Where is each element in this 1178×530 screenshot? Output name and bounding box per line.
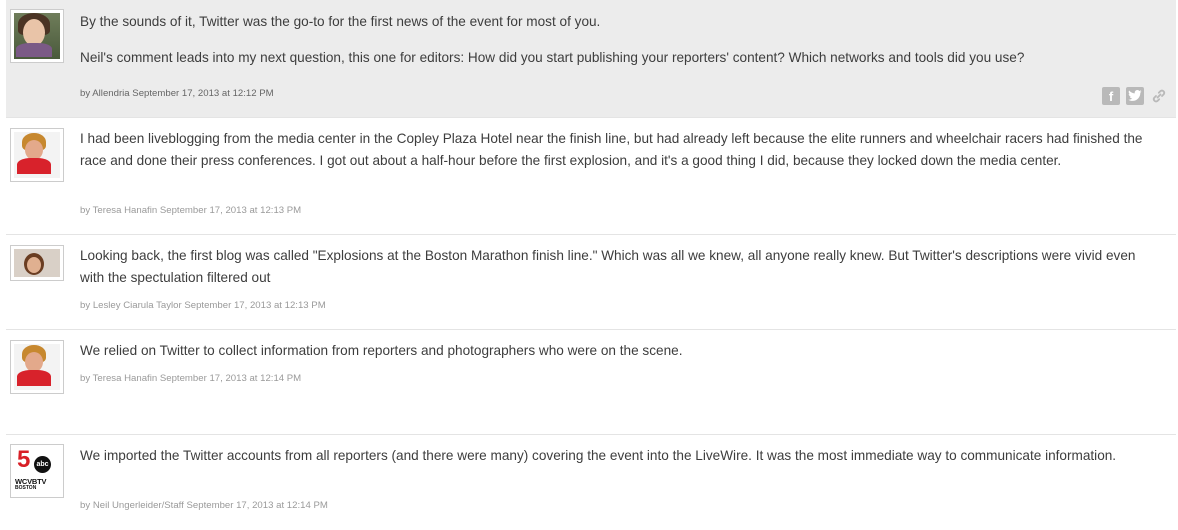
entry-text: By the sounds of it, Twitter was the go-…: [80, 11, 1162, 69]
entry-paragraph: I had been liveblogging from the media c…: [80, 131, 1143, 168]
chat-entry: By the sounds of it, Twitter was the go-…: [6, 0, 1176, 117]
chat-entry: I had been liveblogging from the media c…: [6, 117, 1176, 234]
entry-text: Looking back, the first blog was called …: [80, 245, 1162, 289]
entry-meta: by Allendria September 17, 2013 at 12:12…: [80, 88, 274, 99]
author-link[interactable]: Teresa Hanafin: [93, 373, 158, 384]
entry-meta: by Teresa Hanafin September 17, 2013 at …: [80, 373, 301, 384]
chat-entry: We relied on Twitter to collect informat…: [6, 329, 1176, 434]
author-link[interactable]: Neil Ungerleider/Staff: [93, 500, 184, 511]
entry-paragraph: We imported the Twitter accounts from al…: [80, 448, 1117, 463]
entry-paragraph: We relied on Twitter to collect informat…: [80, 343, 683, 358]
link-icon[interactable]: [1150, 87, 1168, 105]
avatar[interactable]: [10, 245, 64, 281]
chat-entry: Looking back, the first blog was called …: [6, 234, 1176, 329]
divider: [6, 434, 1176, 435]
timestamp: September 17, 2013 at 12:13 PM: [159, 205, 302, 216]
avatar[interactable]: [10, 128, 64, 182]
author-link[interactable]: Teresa Hanafin: [93, 205, 158, 216]
entry-text: I had been liveblogging from the media c…: [80, 128, 1162, 172]
share-bar: f: [1102, 87, 1168, 105]
twitter-icon[interactable]: [1126, 87, 1144, 105]
divider: [6, 329, 1176, 330]
entry-text: We relied on Twitter to collect informat…: [80, 340, 1162, 362]
person-photo-teresa-icon: [14, 132, 60, 178]
author-link[interactable]: Allendria: [92, 88, 129, 99]
by-label: by: [80, 205, 91, 216]
entry-paragraph: Looking back, the first blog was called …: [80, 248, 1136, 285]
live-chat-feed: By the sounds of it, Twitter was the go-…: [0, 0, 1178, 530]
by-label: by: [80, 88, 91, 99]
by-label: by: [80, 300, 91, 311]
entry-text: We imported the Twitter accounts from al…: [80, 445, 1162, 467]
timestamp: September 17, 2013 at 12:12 PM: [132, 88, 274, 99]
entry-paragraph: By the sounds of it, Twitter was the go-…: [80, 14, 601, 29]
chat-entry: 5 abc WCVBTV BOSTON We imported the Twit…: [6, 434, 1176, 530]
entry-meta: by Neil Ungerleider/Staff September 17, …: [80, 500, 328, 511]
entry-paragraph: Neil's comment leads into my next questi…: [80, 50, 1025, 65]
facebook-icon[interactable]: f: [1102, 87, 1120, 105]
divider: [6, 234, 1176, 235]
avatar[interactable]: 5 abc WCVBTV BOSTON: [10, 444, 64, 498]
entry-meta: by Lesley Ciarula Taylor September 17, 2…: [80, 300, 326, 311]
person-photo-allendria-icon: [14, 13, 60, 59]
avatar[interactable]: [10, 9, 64, 63]
avatar[interactable]: [10, 340, 64, 394]
author-link[interactable]: Lesley Ciarula Taylor: [93, 300, 182, 311]
timestamp: September 17, 2013 at 12:13 PM: [184, 300, 326, 311]
timestamp: September 17, 2013 at 12:14 PM: [186, 500, 328, 511]
by-label: by: [80, 500, 91, 511]
person-photo-lesley-icon: [14, 249, 60, 277]
timestamp: September 17, 2013 at 12:14 PM: [159, 373, 302, 384]
divider: [6, 117, 1176, 118]
wcvb-logo-icon: 5 abc WCVBTV BOSTON: [14, 448, 60, 494]
entry-meta: by Teresa Hanafin September 17, 2013 at …: [80, 205, 301, 216]
person-photo-teresa-icon: [14, 344, 60, 390]
by-label: by: [80, 373, 91, 384]
